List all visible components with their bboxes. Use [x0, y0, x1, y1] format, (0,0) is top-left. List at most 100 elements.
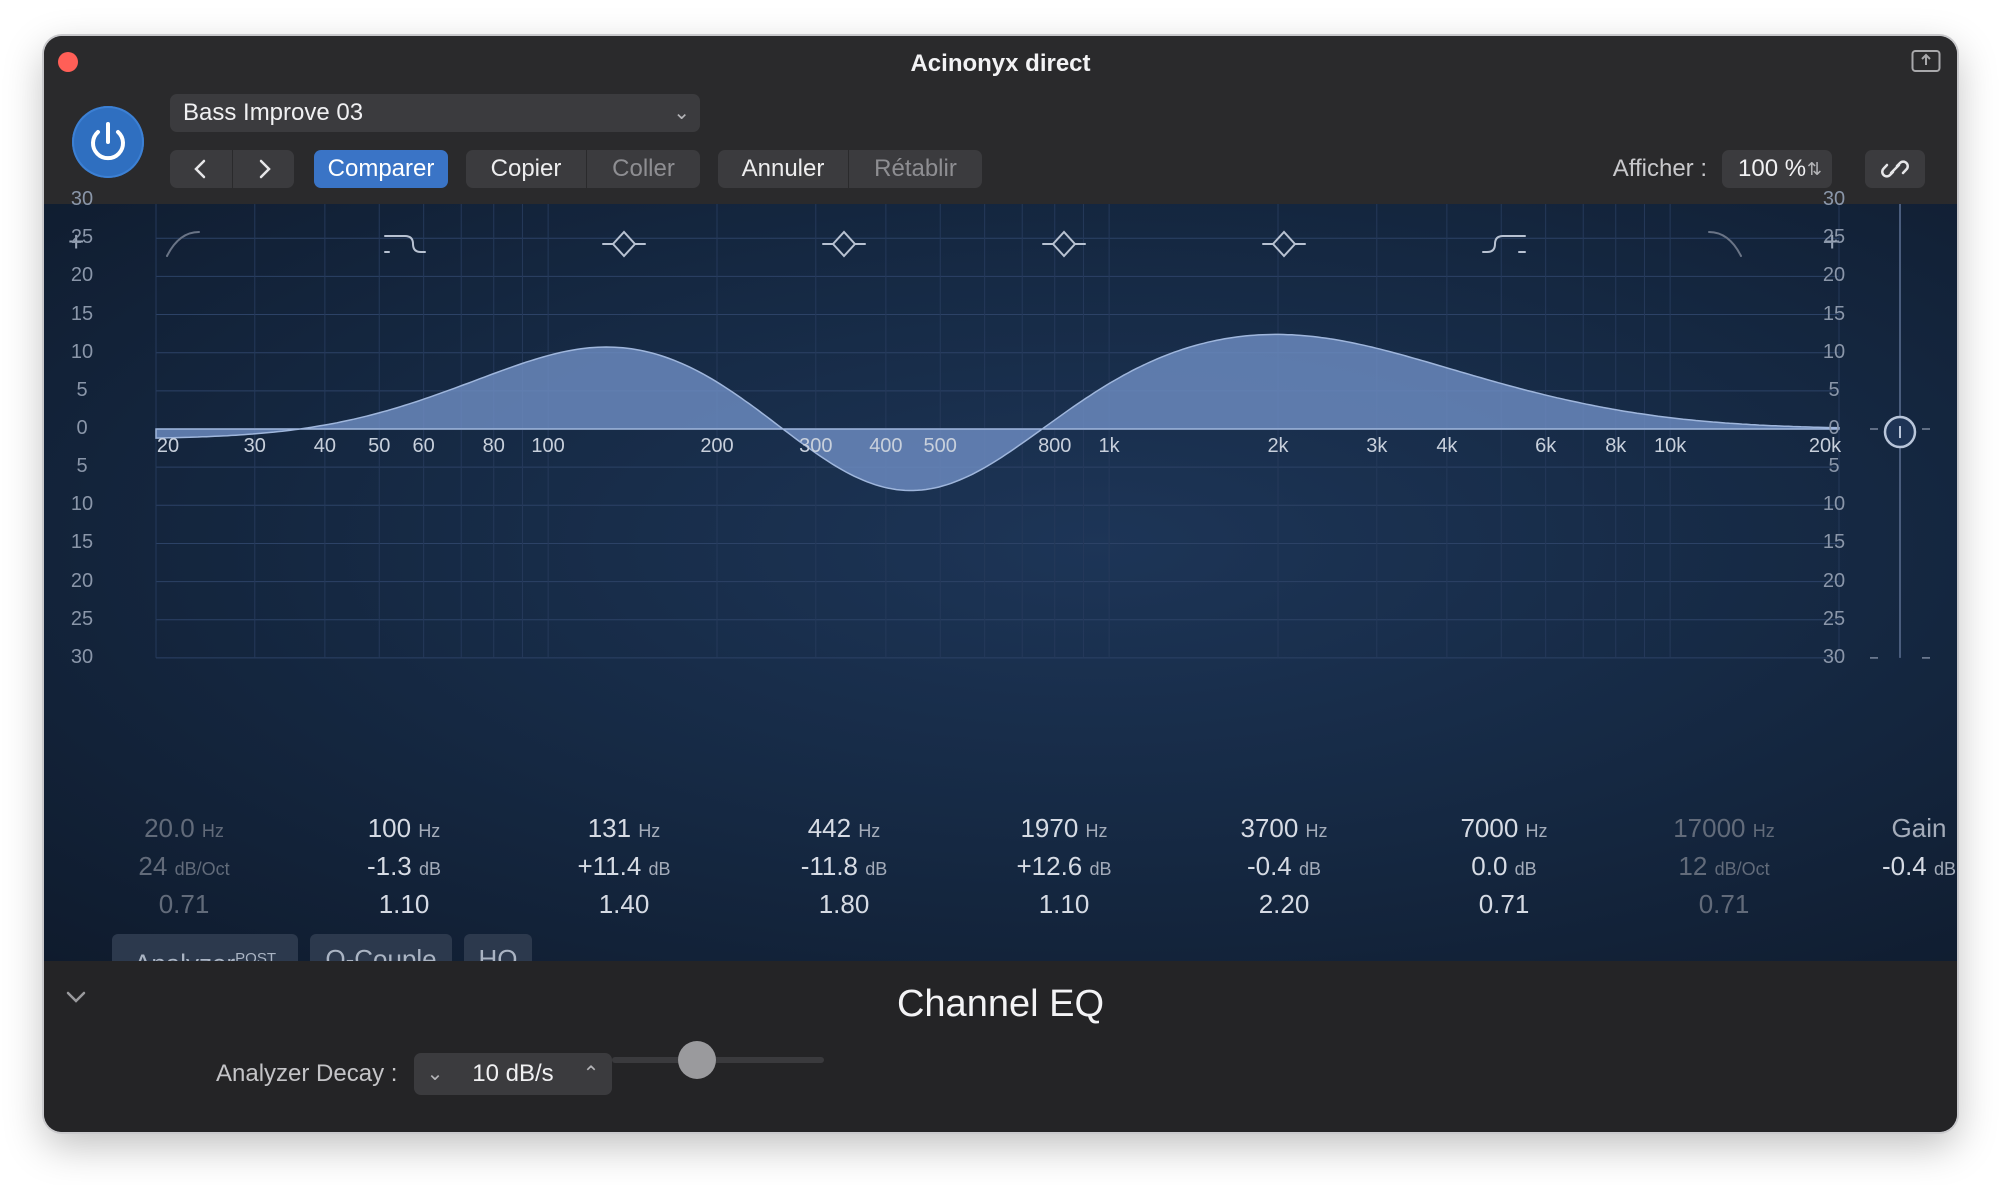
band-frequency[interactable]: 442 Hz — [764, 809, 924, 847]
band-slope[interactable]: 12 dB/Oct — [1644, 847, 1804, 885]
band-q[interactable]: 0.71 — [1424, 885, 1584, 923]
band-q[interactable]: 0.71 — [1644, 885, 1804, 923]
frequency-tick-label: 2k — [1267, 435, 1289, 457]
frequency-tick-label: 30 — [243, 435, 266, 457]
eq-graph[interactable] — [44, 204, 1957, 804]
band-q-number: 1.10 — [1038, 889, 1090, 919]
bell-icon[interactable] — [1039, 224, 1089, 264]
power-icon — [91, 122, 125, 161]
undo-button[interactable]: Annuler — [718, 150, 848, 188]
high-shelf-icon[interactable] — [1479, 224, 1529, 264]
frequency-tick-label: 400 — [869, 435, 903, 457]
band-frequency[interactable]: 20.0 Hz — [104, 809, 264, 847]
db-tick-label: 30 — [70, 188, 94, 211]
band-slope-unit: dB/Oct — [1714, 859, 1770, 879]
band-gain[interactable]: +12.6 dB — [984, 847, 1144, 885]
plugin-window: Acinonyx direct Bass Improve 03 ⌄ Compar… — [44, 36, 1957, 1132]
band-icon-shape — [602, 230, 646, 258]
band-column: 20.0 Hz 24 dB/Oct 0.71 — [104, 809, 264, 923]
high-pass-icon[interactable] — [159, 224, 209, 264]
band-gain[interactable]: -0.4 dB — [1204, 847, 1364, 885]
frequency-tick-label: 6k — [1535, 435, 1557, 457]
band-slope[interactable]: 24 dB/Oct — [104, 847, 264, 885]
picture-in-picture-icon[interactable] — [1911, 48, 1941, 74]
band-gain-unit: dB — [1514, 859, 1537, 879]
eq-display[interactable]: + + 30 25 20 15 10 5 0 5 10 15 20 25 30 30 25 20 15 10 5 0… — [44, 188, 1957, 984]
compare-button[interactable]: Comparer — [314, 150, 448, 188]
chevron-right-icon — [259, 159, 271, 179]
low-pass-icon[interactable] — [1699, 224, 1749, 264]
analyzer-decay-stepper[interactable]: ⌄ 10 dB/s ⌃ — [414, 1053, 612, 1095]
chevron-up-icon[interactable]: ⌃ — [574, 1053, 608, 1095]
band-frequency[interactable]: 3700 Hz — [1204, 809, 1364, 847]
analyzer-decay-slider-thumb[interactable] — [677, 1041, 716, 1079]
extended-parameters: Channel EQ Analyzer Decay : ⌄ 10 dB/s ⌃ — [44, 961, 1957, 1132]
band-frequency[interactable]: 100 Hz — [324, 809, 484, 847]
band-gain[interactable]: +11.4 dB — [544, 847, 704, 885]
zoom-value: 100 % — [1738, 155, 1807, 182]
band-gain[interactable]: 0.0 dB — [1424, 847, 1584, 885]
next-preset-button[interactable] — [232, 150, 294, 188]
frequency-tick-label: 200 — [700, 435, 734, 457]
bell-icon[interactable] — [1259, 224, 1309, 264]
band-q[interactable]: 1.40 — [544, 885, 704, 923]
history-group: Annuler Rétablir — [718, 150, 982, 188]
band-frequency[interactable]: 7000 Hz — [1424, 809, 1584, 847]
db-tick-label: 20 — [70, 264, 94, 287]
redo-button[interactable]: Rétablir — [848, 150, 982, 188]
frequency-tick-label: 40 — [313, 435, 336, 457]
band-q-number: 1.80 — [818, 889, 870, 919]
band-q-number: 0.71 — [158, 889, 210, 919]
band-frequency-unit: Hz — [1752, 821, 1775, 841]
band-gain[interactable]: -11.8 dB — [764, 847, 924, 885]
zoom-stepper[interactable]: 100 % ⇅ — [1722, 150, 1832, 188]
analyzer-decay-label: Analyzer Decay : — [216, 1060, 398, 1087]
gain-number: -0.4 — [1881, 851, 1927, 881]
band-frequency-number: 3700 — [1240, 813, 1299, 843]
power-button[interactable] — [72, 106, 144, 178]
low-shelf-icon[interactable] — [379, 224, 429, 264]
view-label: Afficher : — [1612, 155, 1707, 182]
link-button[interactable] — [1865, 150, 1925, 188]
db-tick-label: 20 — [1822, 569, 1846, 592]
bell-icon[interactable] — [819, 224, 869, 264]
band-frequency-unit: Hz — [201, 821, 224, 841]
band-q[interactable]: 1.10 — [324, 885, 484, 923]
band-icon-shape — [1262, 230, 1306, 258]
band-frequency[interactable]: 17000 Hz — [1644, 809, 1804, 847]
db-tick-label: 10 — [1822, 493, 1846, 516]
band-q-number: 1.40 — [598, 889, 650, 919]
band-column: 7000 Hz 0.0 dB 0.71 — [1424, 809, 1584, 923]
gain-unit: dB — [1934, 859, 1957, 879]
band-q[interactable]: 1.10 — [984, 885, 1144, 923]
band-slope-unit: dB/Oct — [174, 859, 230, 879]
band-gain-unit: dB — [1089, 859, 1112, 879]
db-tick-label: 15 — [70, 531, 94, 554]
analyzer-decay-slider-track[interactable] — [612, 1057, 824, 1063]
frequency-tick-label: 4k — [1436, 435, 1458, 457]
frequency-tick-label: 1k — [1098, 435, 1120, 457]
band-frequency[interactable]: 1970 Hz — [984, 809, 1144, 847]
band-q[interactable]: 2.20 — [1204, 885, 1364, 923]
band-q[interactable]: 1.80 — [764, 885, 924, 923]
bell-icon[interactable] — [599, 224, 649, 264]
gain-value[interactable]: -0.4 dB — [1864, 847, 1957, 885]
band-frequency[interactable]: 131 Hz — [544, 809, 704, 847]
db-tick-label: 15 — [70, 302, 94, 325]
copy-button[interactable]: Copier — [466, 150, 586, 188]
gain-label: Gain — [1891, 813, 1947, 843]
output-gain[interactable]: Gain -0.4 dB — [1864, 809, 1957, 885]
band-gain-unit: dB — [865, 859, 888, 879]
paste-button[interactable]: Coller — [586, 150, 700, 188]
band-slope-number: 24 — [138, 851, 168, 881]
frequency-tick-label: 80 — [482, 435, 505, 457]
db-tick-label: 30 — [70, 645, 94, 668]
chevron-down-icon[interactable]: ⌄ — [418, 1053, 452, 1095]
band-frequency-unit: Hz — [858, 821, 881, 841]
preset-menu[interactable]: Bass Improve 03 ⌄ — [170, 94, 700, 132]
band-gain[interactable]: -1.3 dB — [324, 847, 484, 885]
band-column: 131 Hz +11.4 dB 1.40 — [544, 809, 704, 923]
band-q[interactable]: 0.71 — [104, 885, 264, 923]
db-tick-label: 10 — [70, 340, 94, 363]
previous-preset-button[interactable] — [170, 150, 232, 188]
